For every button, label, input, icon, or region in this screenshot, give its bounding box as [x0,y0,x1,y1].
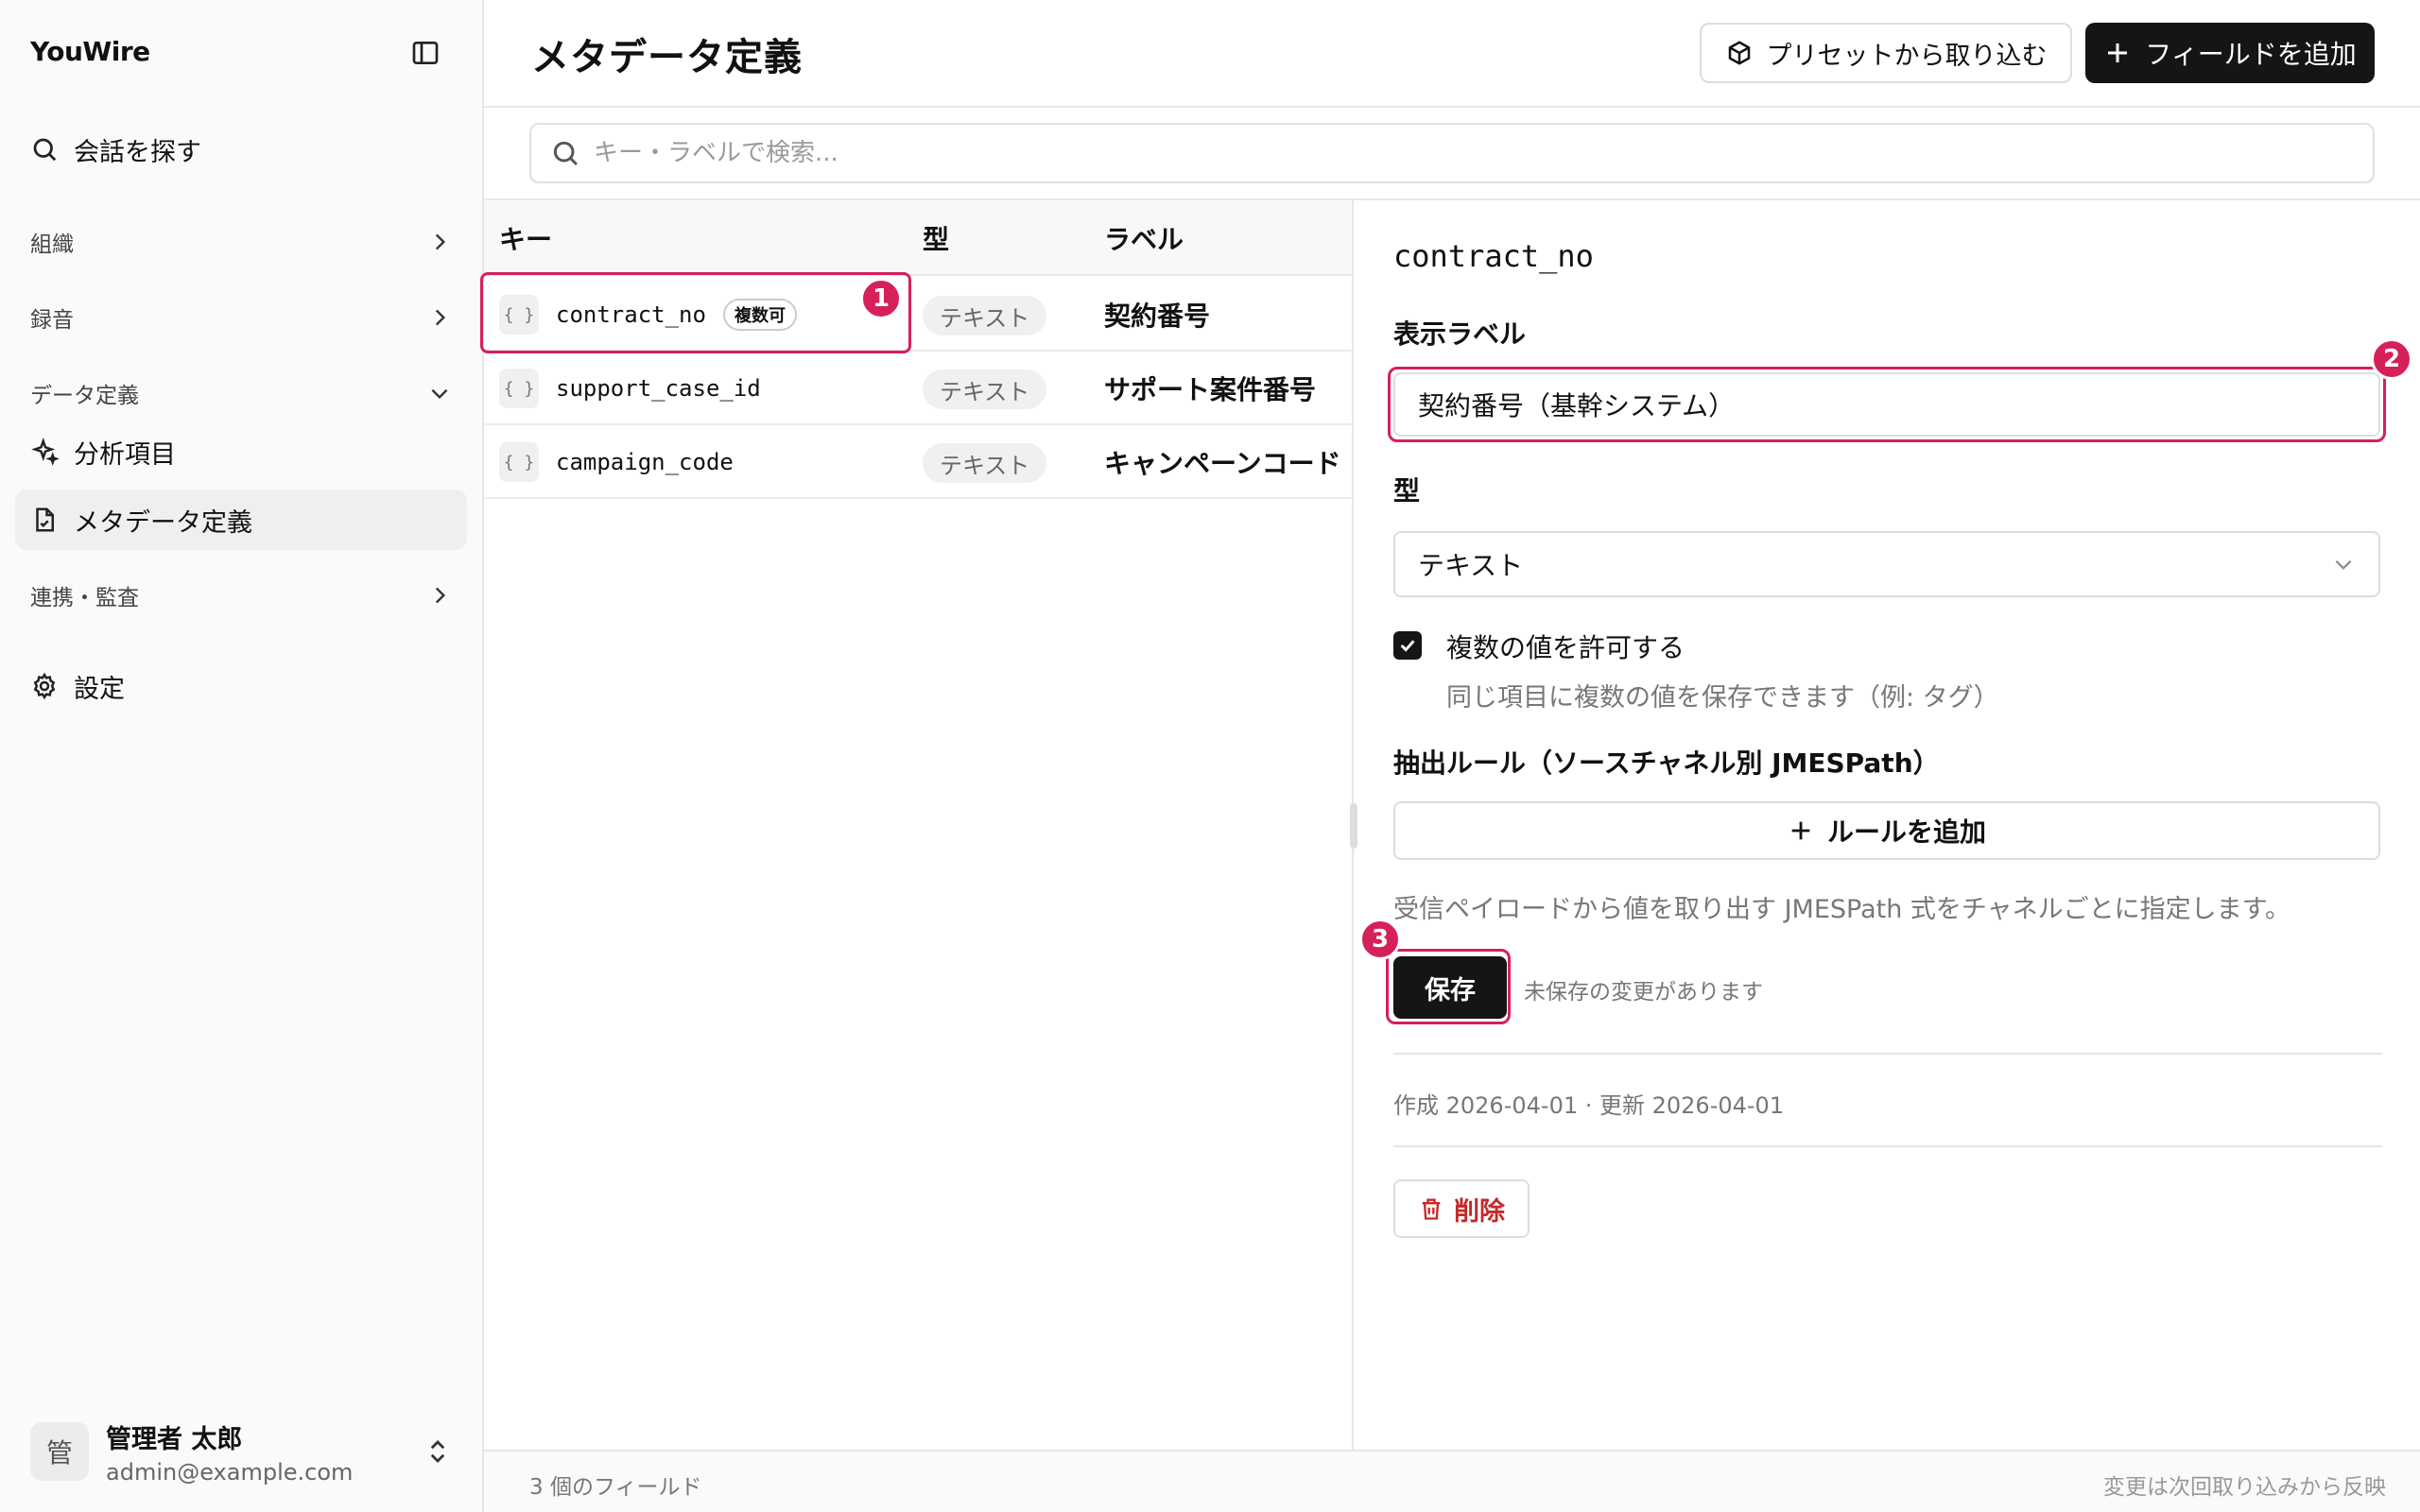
chevron-right-icon [435,309,446,326]
table-header: キー 型 ラベル [484,200,1352,276]
document-icon [36,507,54,532]
sidebar-item-label: 設定 [74,674,125,704]
search-bar[interactable] [529,123,2375,183]
field-label: キャンペーンコード [1104,448,1341,479]
annotation-badge-1: 1 [860,278,902,319]
column-header-key: キー [499,224,553,255]
user-name: 管理者 太郎 [106,1424,243,1454]
chevron-right-icon [435,233,446,250]
input-highlight [1388,367,2386,442]
status-bar: 3 個のフィールド 変更は次回取り込みから反映 [484,1450,2420,1512]
sparkle-icon [31,438,59,466]
sidebar-section-org[interactable]: 組織 [30,219,452,265]
type-title: 型 [1393,475,1421,507]
plus-icon [1791,821,1810,840]
add-field-button[interactable]: フィールドを追加 [2085,23,2375,83]
chevron-right-icon [435,587,446,604]
detail-field-key: contract_no [1393,238,1594,274]
delete-button[interactable]: 削除 [1393,1179,1530,1238]
page-title: メタデータ定義 [531,36,803,79]
annotation-badge-3: 3 [1359,919,1401,960]
button-label: プリセットから取り込む [1766,41,2048,71]
sidebar-toggle-icon[interactable] [410,38,441,68]
brand-logo: YouWire [30,36,150,67]
button-label: ルールを追加 [1826,816,1986,848]
braces-icon: { } [499,369,539,408]
resize-handle[interactable] [1350,803,1357,849]
section-label: データ定義 [30,384,139,408]
search-icon [33,138,57,162]
section-label: 組織 [30,232,74,257]
type-pill: テキスト [923,369,1047,409]
type-select[interactable]: テキスト [1393,531,2380,597]
display-label-title: 表示ラベル [1393,318,1527,350]
field-label: サポート案件番号 [1104,374,1317,405]
field-table: キー 型 ラベル { } contract_no 複数可 テキスト 契約番号 {… [484,200,1354,1450]
header-divider [484,106,2420,108]
type-select-value: テキスト [1418,550,1524,581]
chevron-up-down-icon[interactable] [424,1437,452,1466]
selected-row-highlight [480,272,911,353]
multi-value-checkbox[interactable] [1393,631,1422,660]
section-label: 録音 [30,308,74,333]
field-label: 契約番号 [1104,301,1211,332]
sidebar-item-metadata[interactable]: メタデータ定義 [15,490,467,550]
user-menu[interactable]: 管 管理者 太郎 admin@example.com [30,1418,452,1486]
gear-icon [33,672,56,700]
button-label: 削除 [1454,1196,1505,1227]
multi-value-label: 複数の値を許可する [1446,632,1685,663]
sidebar-item-label: メタデータ定義 [74,507,252,538]
divider [1393,1145,2382,1147]
search-input[interactable] [594,139,2295,167]
unsaved-notice: 未保存の変更があります [1524,980,1763,1005]
sidebar-item-settings[interactable]: 設定 [15,656,467,716]
type-pill: テキスト [923,443,1047,483]
sidebar: YouWire 会話を探す 組織 録音 データ定義 分析項目 メタデータ定義 連… [0,0,484,1512]
package-icon [1728,41,1750,65]
column-header-type: 型 [923,224,950,255]
footer-note: 変更は次回取り込みから反映 [2103,1475,2386,1500]
field-key: support_case_id [556,375,761,402]
import-preset-button[interactable]: プリセットから取り込む [1700,23,2072,83]
sidebar-section-recording[interactable]: 録音 [30,295,452,340]
sidebar-item-analysis[interactable]: 分析項目 [15,421,467,482]
plus-icon [2108,43,2128,62]
check-icon [1400,640,1415,652]
annotation-badge-2: 2 [2371,338,2412,380]
button-label: フィールドを追加 [2145,39,2357,70]
sidebar-item-search[interactable]: 会話を探す [15,119,467,180]
avatar: 管 [30,1422,89,1481]
field-count: 3 個のフィールド [529,1475,702,1500]
section-label: 連携・監査 [30,586,139,610]
braces-icon: { } [499,442,539,482]
type-pill: テキスト [923,296,1047,335]
sidebar-section-data-def[interactable]: データ定義 [30,370,452,416]
chevron-down-icon [431,388,448,400]
sidebar-item-label: 分析項目 [74,439,176,470]
user-email: admin@example.com [106,1458,354,1486]
chevron-down-icon [2335,559,2352,570]
sidebar-section-integration[interactable]: 連携・監査 [30,573,452,618]
save-highlight [1386,949,1511,1024]
rules-help: 受信ペイロードから値を取り出す JMESPath 式をチャネルごとに指定します。 [1393,895,2290,924]
sidebar-item-label: 会話を探す [74,137,201,167]
table-row[interactable]: { } support_case_id テキスト サポート案件番号 [484,352,1352,425]
search-icon [553,141,579,166]
multi-value-help: 同じ項目に複数の値を保存できます（例: タグ） [1446,683,1999,713]
divider [1393,1053,2382,1055]
add-rule-button[interactable]: ルールを追加 [1393,801,2380,860]
column-header-label: ラベル [1104,224,1184,255]
timestamps: 作成 2026-04-01 · 更新 2026-04-01 [1393,1092,1785,1119]
field-key: campaign_code [556,449,734,475]
table-row[interactable]: { } campaign_code テキスト キャンペーンコード [484,425,1352,499]
trash-icon [1422,1198,1441,1220]
rules-title: 抽出ルール（ソースチャネル別 JMESPath） [1393,747,1940,779]
